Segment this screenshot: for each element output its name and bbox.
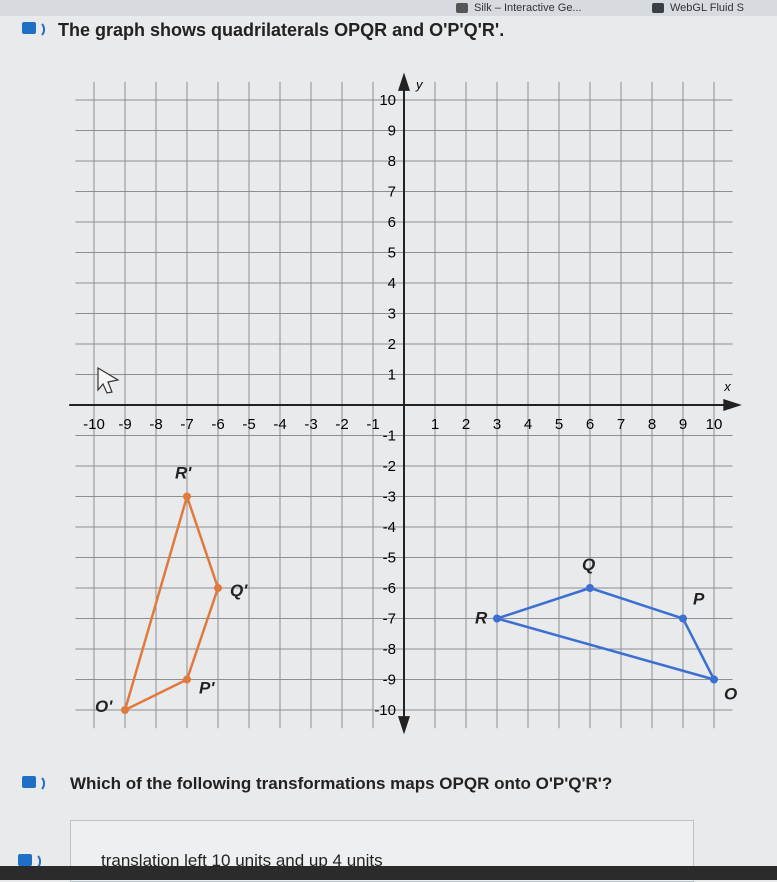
vertex-point — [214, 584, 222, 592]
tick-labels: x y -10 -9 -8 -7 -6 -5 -4 -3 -2 -1 1 2 3 4 5 6 7 8 9 10 10 9 8 7 6… — [83, 77, 731, 719]
vertex-label: Q — [582, 555, 595, 574]
speaker-icon[interactable] — [22, 20, 45, 38]
x-tick-label: -7 — [180, 416, 193, 433]
x-tick-label: 4 — [524, 416, 532, 433]
y-tick-label: 8 — [388, 153, 396, 170]
y-tick-label: 1 — [388, 367, 396, 384]
browser-tab[interactable]: WebGL Fluid S — [652, 2, 744, 14]
x-axis-label: x — [723, 379, 731, 394]
x-tick-label: -8 — [149, 416, 162, 433]
y-tick-label: 9 — [388, 123, 396, 140]
tab-label: WebGL Fluid S — [670, 2, 744, 14]
browser-tab-bar: Silk – Interactive Ge... WebGL Fluid S — [0, 0, 777, 16]
x-tick-label: 3 — [493, 416, 501, 433]
x-tick-label: -5 — [242, 416, 255, 433]
vertex-point — [183, 675, 191, 684]
y-tick-label: -8 — [383, 641, 396, 658]
quadrilaterals: O P Q R O' P' Q' R' — [95, 464, 737, 717]
y-tick-label: 10 — [379, 92, 396, 109]
y-tick-label: -10 — [374, 702, 396, 719]
x-tick-label: 1 — [431, 416, 439, 433]
quadrilateral-opqr — [492, 586, 717, 682]
vertex-label: Q' — [230, 581, 248, 600]
vertex-label: P' — [199, 679, 215, 698]
y-tick-label: 6 — [388, 214, 396, 231]
x-tick-label: 10 — [706, 416, 723, 433]
y-tick-label: -6 — [383, 580, 396, 597]
x-tick-label: -1 — [366, 416, 379, 433]
speaker-icon[interactable] — [22, 774, 45, 792]
y-tick-label: 3 — [388, 306, 396, 323]
vertex-label: R — [475, 609, 488, 628]
y-tick-label: 5 — [388, 245, 396, 262]
x-tick-label: -2 — [335, 416, 348, 433]
x-tick-label: -4 — [273, 416, 286, 433]
x-tick-label: 2 — [462, 416, 470, 433]
tab-favicon-icon — [652, 3, 664, 14]
y-axis-arrow-icon — [398, 716, 410, 735]
y-axis-label: y — [415, 77, 424, 92]
x-tick-label: 7 — [617, 416, 625, 433]
x-tick-label: 5 — [555, 416, 563, 433]
x-tick-label: -9 — [118, 416, 131, 433]
mouse-cursor-icon — [97, 366, 120, 394]
x-tick-label: -3 — [304, 416, 317, 433]
x-tick-label: -6 — [211, 416, 224, 433]
prompt-text: The graph shows quadrilaterals OPQR and … — [58, 20, 505, 40]
y-tick-label: -2 — [383, 458, 396, 475]
y-tick-label: -7 — [383, 611, 396, 628]
y-tick-label: 7 — [388, 184, 396, 201]
vertex-point — [710, 675, 718, 684]
vertex-point — [121, 706, 129, 714]
y-tick-label: -1 — [383, 428, 396, 445]
y-axis-arrow-icon — [398, 72, 410, 91]
y-tick-label: -5 — [383, 550, 396, 567]
taskbar — [0, 866, 777, 880]
tab-favicon-icon — [456, 3, 468, 14]
y-tick-label: -9 — [383, 672, 396, 689]
vertex-point — [586, 584, 594, 592]
y-tick-label: -4 — [383, 519, 396, 536]
vertex-point — [493, 614, 501, 623]
y-tick-label: 2 — [388, 336, 396, 353]
vertex-label: R' — [175, 464, 192, 483]
vertex-label: O' — [95, 697, 113, 716]
coordinate-grid: x y -10 -9 -8 -7 -6 -5 -4 -3 -2 -1 1 2 3 4 5 6 7 8 9 10 10 9 8 7 6… — [69, 72, 742, 735]
browser-tab[interactable]: Silk – Interactive Ge... — [456, 2, 582, 14]
vertex-point — [183, 492, 191, 501]
tab-label: Silk – Interactive Ge... — [474, 2, 582, 14]
x-tick-label: 9 — [679, 416, 687, 433]
axes — [69, 72, 742, 735]
x-tick-label: 8 — [648, 416, 656, 433]
question-text: Which of the following transformations m… — [70, 774, 613, 793]
x-tick-label: 6 — [586, 416, 594, 433]
y-tick-label: 4 — [388, 275, 396, 292]
x-axis-arrow-icon — [723, 399, 742, 411]
x-tick-label: -10 — [83, 416, 105, 433]
y-tick-label: -3 — [383, 489, 396, 506]
vertex-label: P — [693, 590, 705, 609]
vertex-label: O — [724, 685, 737, 704]
vertex-point — [679, 614, 687, 623]
